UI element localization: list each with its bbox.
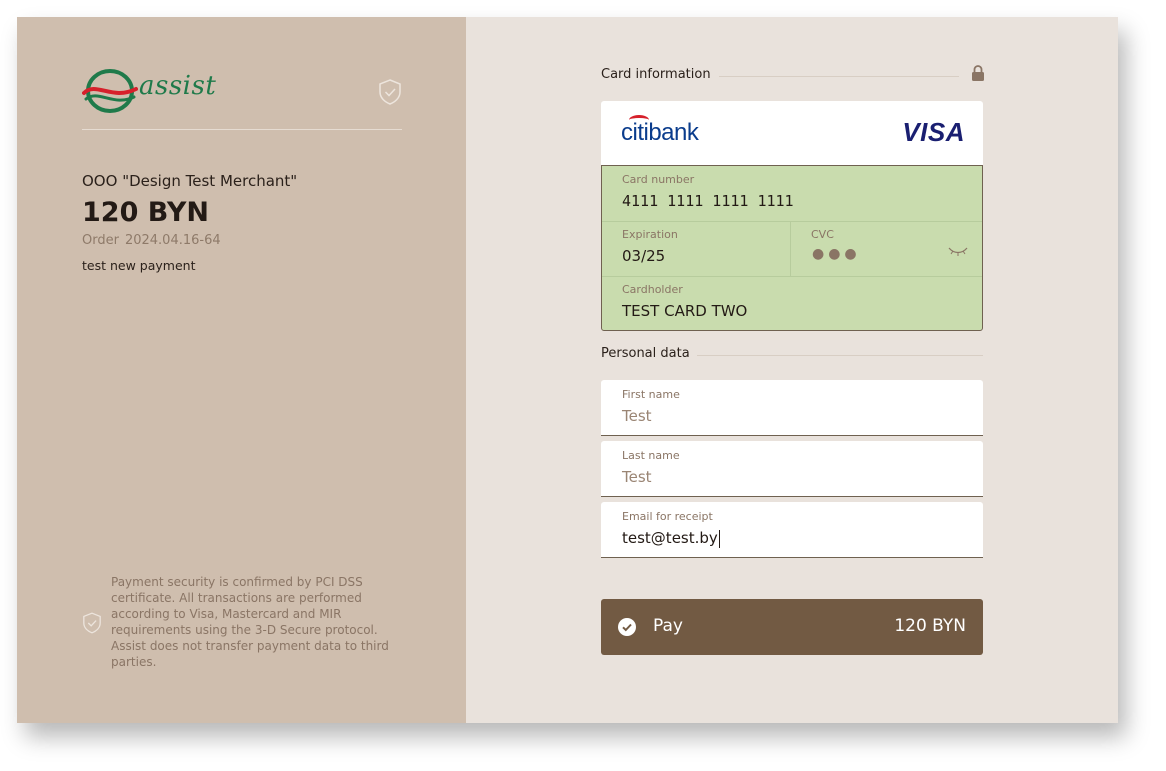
assist-logo-icon: [82, 69, 138, 113]
card-number-label: Card number: [622, 173, 695, 186]
assist-logo-text: assist: [139, 71, 217, 101]
card-number-input[interactable]: 4111 1111 1111 1111: [622, 192, 794, 210]
order-description: test new payment: [82, 258, 196, 273]
last-name-field[interactable]: Last name Test: [601, 441, 983, 497]
bank-logo: citibank: [621, 115, 699, 147]
email-field[interactable]: Email for receipt test@test.by: [601, 502, 983, 558]
order-number: 2024.04.16-64: [124, 233, 221, 248]
merchant-name: OOO "Design Test Merchant": [82, 172, 298, 190]
assist-logo: assist: [82, 67, 216, 115]
order-number-row: Order 2024.04.16-64: [82, 233, 221, 248]
last-name-input[interactable]: Test: [622, 468, 652, 486]
payment-form-panel: Card information citibank VISA Card numb…: [466, 17, 1118, 723]
first-name-label: First name: [622, 388, 680, 401]
personal-section-title: Personal data: [601, 346, 690, 361]
card-section-title: Card information: [601, 67, 711, 82]
card-row-divider: [602, 276, 982, 277]
order-amount: 120 BYN: [82, 197, 210, 228]
payment-window: assist OOO "Design Test Merchant" 120 BY…: [17, 17, 1118, 723]
pay-button-label: Pay: [653, 616, 683, 636]
citi-arc-icon: [629, 115, 649, 125]
cvc-input[interactable]: ●●●: [812, 246, 861, 262]
order-summary-panel: assist OOO "Design Test Merchant" 120 BY…: [17, 17, 466, 723]
cvc-label: CVC: [811, 228, 834, 241]
email-input[interactable]: test@test.by: [622, 529, 718, 547]
check-circle-icon: [618, 618, 636, 636]
card-row-divider: [602, 221, 982, 222]
card-network-logo: VISA: [902, 117, 965, 147]
header-divider: [82, 129, 402, 130]
pay-button-amount: 120 BYN: [894, 616, 966, 636]
card-details-box: Card number 4111 1111 1111 1111 Expirati…: [601, 165, 983, 331]
cardholder-label: Cardholder: [622, 283, 683, 296]
last-name-label: Last name: [622, 449, 680, 462]
first-name-input[interactable]: Test: [622, 407, 652, 425]
pay-button[interactable]: Pay 120 BYN: [601, 599, 983, 655]
first-name-field[interactable]: First name Test: [601, 380, 983, 436]
cardholder-input[interactable]: TEST CARD TWO: [622, 302, 747, 320]
text-caret: [718, 529, 720, 548]
card-col-divider: [790, 221, 791, 276]
expiration-label: Expiration: [622, 228, 678, 241]
expiration-input[interactable]: 03/25: [622, 247, 665, 265]
eye-closed-icon[interactable]: [948, 246, 968, 256]
order-label: Order: [82, 233, 119, 248]
email-label: Email for receipt: [622, 510, 713, 523]
email-input-wrap[interactable]: test@test.by: [622, 529, 720, 548]
shield-check-icon: [83, 612, 101, 634]
security-note: Payment security is confirmed by PCI DSS…: [111, 575, 389, 669]
card-brand-header: citibank VISA: [601, 101, 983, 165]
card-section-divider: [719, 76, 959, 77]
shield-check-icon: [379, 79, 401, 105]
personal-section-divider: [697, 355, 983, 356]
lock-icon: [972, 65, 984, 81]
